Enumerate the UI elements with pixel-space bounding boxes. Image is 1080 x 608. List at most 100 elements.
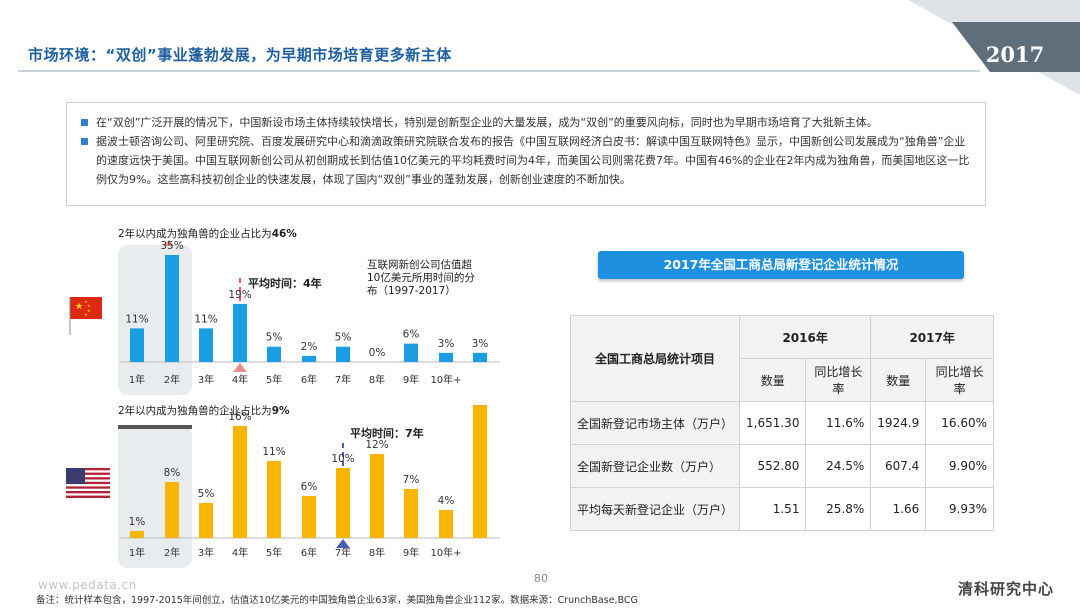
us-bar-value-label: 1%	[129, 516, 146, 528]
china-avg-time-label: 平均时间：4年	[248, 276, 322, 290]
bullet-square-icon	[81, 138, 88, 145]
brand-logo: 清科研究中心	[958, 580, 1055, 598]
china-bar	[404, 343, 418, 362]
bullet-square-icon	[81, 119, 88, 126]
avg-marker-icon	[336, 539, 350, 548]
table-row: 全国新登记企业数（万户） 552.80 24.5% 607.4 9.90%	[569, 444, 994, 488]
china-category-label: 9年	[403, 373, 419, 386]
us-category-label: 10年+	[430, 546, 461, 559]
us-flag-icon	[66, 468, 110, 498]
us-bar	[233, 426, 247, 538]
china-bar	[130, 328, 144, 362]
footer-url: www.pedata.cn	[38, 578, 137, 592]
china-bar	[302, 355, 316, 362]
intro-bullet-text: 在“双创”广泛开展的情况下，中国新设市场主体持续较快增长，特别是创新型企业的大量…	[96, 116, 878, 129]
china-category-label: 5年	[266, 373, 282, 386]
us-bar-value-label: 10%	[331, 453, 354, 465]
us-bar-value-label: 19%	[468, 400, 491, 402]
table-cell: 24.5%	[805, 444, 872, 488]
year-header: 2016年	[739, 315, 872, 359]
table-corner-label: 全国工商总局统计项目	[569, 315, 741, 402]
intro-bullet: 据波士顿咨询公司、阿里研究院、百度发展研究中心和滴滴政策研究院联合发布的报告《中…	[81, 132, 971, 189]
china-bar-value-label: 19%	[228, 289, 251, 301]
table-cell: 1,651.30	[739, 401, 807, 445]
row-label: 全国新登记企业数（万户）	[569, 444, 741, 488]
china-headline: 2年以内成为独角兽的企业占比为46%	[118, 227, 297, 240]
us-unicorn-bar-chart: 2年以内成为独角兽的企业占比为9% 平均时间：7年 1% 8% 5% 16% 11% 6%…	[66, 400, 500, 568]
svg-text:★: ★	[87, 308, 91, 313]
intro-bullet-text: 据波士顿咨询公司、阿里研究院、百度发展研究中心和滴滴政策研究院联合发布的报告《中…	[96, 135, 970, 186]
china-flag-icon: ★ ★ ★ ★ ★	[69, 297, 102, 335]
china-bar-value-label: 5%	[335, 332, 352, 344]
us-bar-value-label: 5%	[198, 488, 215, 500]
china-bar-value-label: 11%	[194, 313, 217, 325]
table-cell: 16.60%	[925, 401, 994, 445]
column-header: 同比增长率	[925, 358, 994, 402]
row-label: 平均每天新登记企业（万户）	[569, 487, 741, 531]
us-bar	[336, 468, 350, 538]
us-headline: 2年以内成为独角兽的企业占比为9%	[118, 404, 290, 417]
china-bar-value-label: 11%	[125, 313, 148, 325]
china-bar	[473, 352, 487, 362]
table-cell: 607.4	[870, 444, 927, 488]
china-bar	[267, 346, 281, 362]
us-bar	[370, 454, 384, 538]
footer-note: 备注：统计样本包含，1997-2015年间创立，估值达10亿美元的中国独角兽企业…	[36, 595, 638, 606]
intro-box: 在“双创”广泛开展的情况下，中国新设市场主体持续较快增长，特别是创新型企业的大量…	[66, 102, 986, 206]
us-bar	[130, 531, 144, 538]
table-cell: 9.93%	[925, 487, 994, 531]
us-category-label: 3年	[198, 546, 214, 559]
page-title: 市场环境：“双创”事业蓬勃发展，为早期市场培育更多新主体	[28, 46, 452, 64]
table-cell: 552.80	[739, 444, 807, 488]
us-bar	[404, 489, 418, 538]
china-category-label: 10年+	[430, 373, 461, 386]
china-bar	[336, 346, 350, 362]
row-label: 全国新登记市场主体（万户）	[569, 401, 741, 445]
table-cell: 25.8%	[805, 487, 872, 531]
us-bar	[199, 503, 213, 538]
table-banner: 2017年全国工商总局新登记企业统计情况	[598, 251, 964, 279]
us-category-label: 8年	[369, 546, 385, 559]
us-category-label: 2年	[164, 546, 180, 559]
china-bar-value-label: 5%	[266, 332, 283, 344]
us-category-label: 7年	[335, 546, 351, 559]
china-bar	[199, 328, 213, 362]
table-cell: 1.66	[870, 487, 927, 531]
table-cell: 9.90%	[925, 444, 994, 488]
us-category-label: 4年	[232, 546, 248, 559]
svg-text:★: ★	[84, 312, 88, 317]
avg-marker-icon	[233, 363, 247, 372]
us-bar-value-label: 7%	[403, 474, 420, 486]
us-avg-time-label: 平均时间：7年	[350, 426, 424, 440]
china-bar	[439, 352, 453, 362]
china-category-label: 2年	[164, 373, 180, 386]
china-bar	[165, 255, 179, 362]
china-bar-value-label: 6%	[403, 329, 420, 341]
us-bar	[473, 405, 487, 538]
year-header: 2017年	[870, 315, 994, 359]
china-bar-value-label: 2%	[301, 341, 318, 353]
table-cell: 1.51	[739, 487, 807, 531]
us-bar-value-label: 12%	[365, 439, 388, 451]
title-divider	[18, 70, 980, 72]
highlight-box	[118, 425, 192, 568]
page-number: 80	[534, 572, 548, 585]
china-category-label: 8年	[369, 373, 385, 386]
table-cell: 11.6%	[805, 401, 872, 445]
us-bar-value-label: 6%	[301, 481, 318, 493]
column-header: 数量	[739, 358, 807, 402]
intro-bullet: 在“双创”广泛开展的情况下，中国新设市场主体持续较快增长，特别是创新型企业的大量…	[81, 113, 971, 132]
us-bar	[165, 482, 179, 538]
us-bar	[302, 496, 316, 538]
us-bar	[267, 461, 281, 538]
us-category-label: 9年	[403, 546, 419, 559]
us-bar-value-label: 11%	[262, 446, 285, 458]
china-category-label: 6年	[301, 373, 317, 386]
column-header: 同比增长率	[805, 358, 872, 402]
china-category-label: 7年	[335, 373, 351, 386]
china-category-label: 4年	[232, 373, 248, 386]
us-bar-value-label: 4%	[438, 495, 455, 507]
us-category-label: 6年	[301, 546, 317, 559]
china-chart-note: 互联网新创公司估值超 10亿美元所用时间的分 布（1997-2017）	[367, 258, 478, 297]
highlight-box-top	[118, 425, 192, 429]
